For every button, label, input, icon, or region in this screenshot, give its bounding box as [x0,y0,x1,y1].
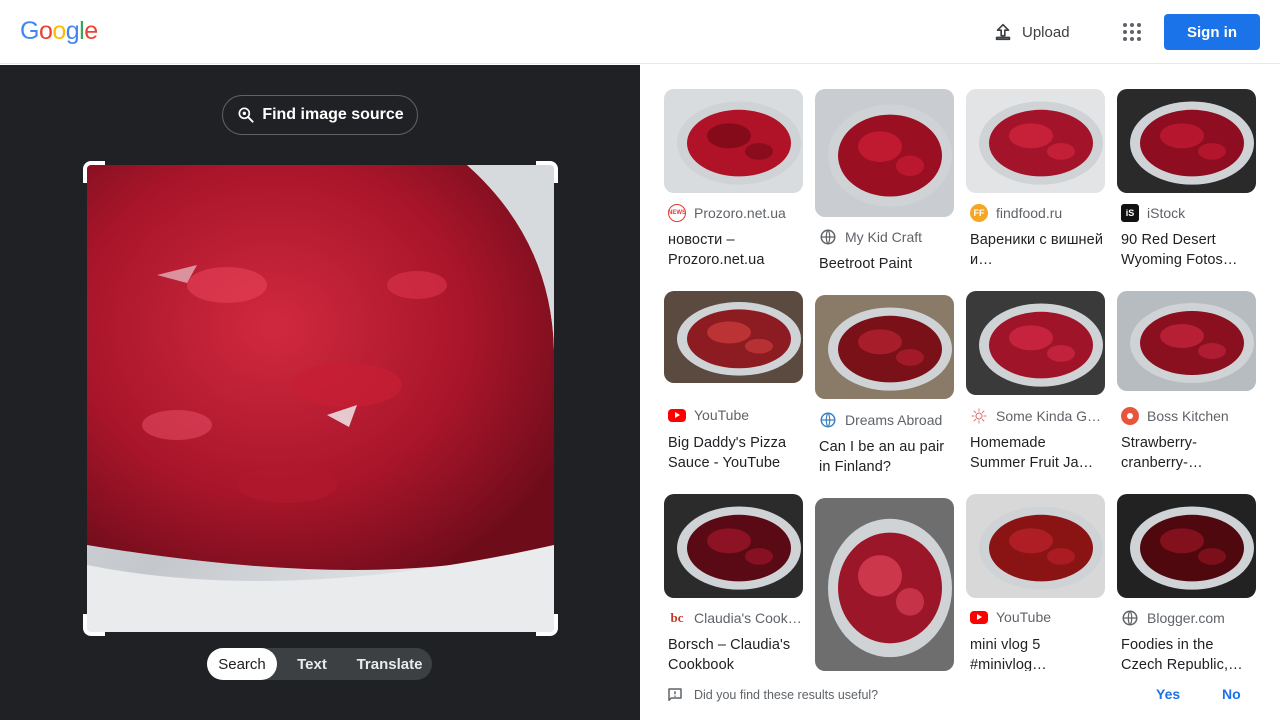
result-source-label: YouTube [996,609,1052,625]
mode-tabs: Search Text Translate [207,648,432,680]
result-thumbnail[interactable] [1117,291,1256,391]
result-thumbnail[interactable] [966,494,1105,598]
result-title[interactable]: Вареники с вишней и… [970,230,1104,270]
result-title[interactable]: Borsch – Claudia's Cookbook [668,635,802,675]
result-source-label: Claudia's Cook… [694,610,802,626]
top-bar: Google Upload Sign in [0,0,1280,64]
logo-letter: o [52,17,66,45]
tab-translate[interactable]: Translate [347,648,432,680]
feedback-yes-button[interactable]: Yes [1156,686,1180,702]
upload-button[interactable]: Upload [992,20,1070,44]
result-source[interactable]: Blogger.com [1121,609,1256,627]
result-source-label: findfood.ru [996,205,1063,221]
tab-text[interactable]: Text [277,648,347,680]
result-source[interactable]: Dreams Abroad [819,411,954,429]
result-title[interactable]: Big Daddy's Pizza Sauce - YouTube [668,433,802,473]
apps-grid-icon[interactable] [1120,20,1144,44]
result-thumbnail[interactable] [815,89,954,217]
youtube-icon [668,408,686,422]
query-image-pane: Find image source Search Text Translate [0,65,640,720]
result-source-label: iStock [1147,205,1186,221]
result-source-label: Some Kinda G… [996,408,1102,424]
result-source[interactable]: FF findfood.ru [970,204,1105,222]
result-thumbnail[interactable] [664,291,803,383]
crop-handle-bottom-right[interactable] [536,614,558,636]
upload-icon [995,23,1011,41]
crop-handle-top-right[interactable] [536,161,558,183]
crop-handle-top-left[interactable] [83,161,105,183]
result-thumbnail[interactable] [815,498,954,671]
news-icon: NEWS [668,204,686,222]
sign-in-button[interactable]: Sign in [1164,14,1260,50]
query-image [87,165,554,632]
result-title[interactable]: Beetroot Paint [819,254,953,274]
result-source[interactable]: YouTube [970,609,1105,625]
result-source[interactable]: NEWS Prozoro.net.ua [668,204,803,222]
logo-letter: g [65,17,80,45]
result-title[interactable]: Strawberry-cranberry-… [1121,433,1255,473]
result-source-label: Blogger.com [1147,610,1225,626]
result-thumbnail[interactable] [966,291,1105,395]
result-title[interactable]: новости – Prozoro.net.ua [668,230,802,270]
tab-search[interactable]: Search [207,648,277,680]
result-thumbnail[interactable] [1117,89,1256,193]
result-thumbnail[interactable] [1117,494,1256,598]
crop-selection[interactable] [83,161,558,636]
result-thumbnail[interactable] [664,89,803,193]
logo-letter: o [38,17,53,45]
findfood-icon: FF [970,204,988,222]
result-source[interactable]: YouTube [668,407,803,423]
result-source-label: My Kid Craft [845,229,923,245]
bc-icon: bc [668,609,686,627]
result-source[interactable]: iS iStock [1121,204,1256,222]
lens-search-icon [238,107,254,123]
result-source-label: Dreams Abroad [845,412,943,428]
feedback-no-button[interactable]: No [1222,686,1241,702]
result-source[interactable]: Boss Kitchen [1121,407,1256,425]
result-source-label: Prozoro.net.ua [694,205,786,221]
boss-kitchen-icon [1121,407,1139,425]
logo-letter: e [84,17,98,45]
result-source[interactable]: Some Kinda G… [970,407,1105,425]
result-source-label: YouTube [694,407,750,423]
find-image-source-button[interactable]: Find image source [222,95,418,135]
result-title[interactable]: mini vlog 5 #minivlog… [970,635,1104,675]
feedback-bar: Did you find these results useful? Yes N… [640,671,1280,720]
result-title[interactable]: Foodies in the Czech Republic,… [1121,635,1255,675]
result-title[interactable]: Homemade Summer Fruit Ja… [970,433,1104,473]
result-thumbnail[interactable] [966,89,1105,193]
upload-label: Upload [1022,23,1070,41]
globe-icon [1121,609,1139,627]
result-source-label: Boss Kitchen [1147,408,1229,424]
crop-handle-bottom-left[interactable] [83,614,105,636]
istock-icon: iS [1121,204,1139,222]
feedback-icon [668,688,682,701]
result-title[interactable]: Can I be an au pair in Finland? [819,437,953,477]
result-source[interactable]: My Kid Craft [819,228,954,246]
globe-icon [819,228,837,246]
visual-matches-pane: NEWS Prozoro.net.ua новости – Prozoro.net.… [640,65,1280,720]
youtube-icon [970,610,988,624]
feedback-question: Did you find these results useful? [694,688,879,702]
logo-letter: G [20,17,39,45]
sun-icon [970,407,988,425]
find-image-source-label: Find image source [262,106,404,123]
result-thumbnail[interactable] [664,494,803,598]
result-title[interactable]: 90 Red Desert Wyoming Fotos… [1121,230,1255,270]
google-logo[interactable]: Google [20,17,98,46]
result-source[interactable]: bc Claudia's Cook… [668,609,803,627]
result-thumbnail[interactable] [815,295,954,399]
globe-icon [819,411,837,429]
